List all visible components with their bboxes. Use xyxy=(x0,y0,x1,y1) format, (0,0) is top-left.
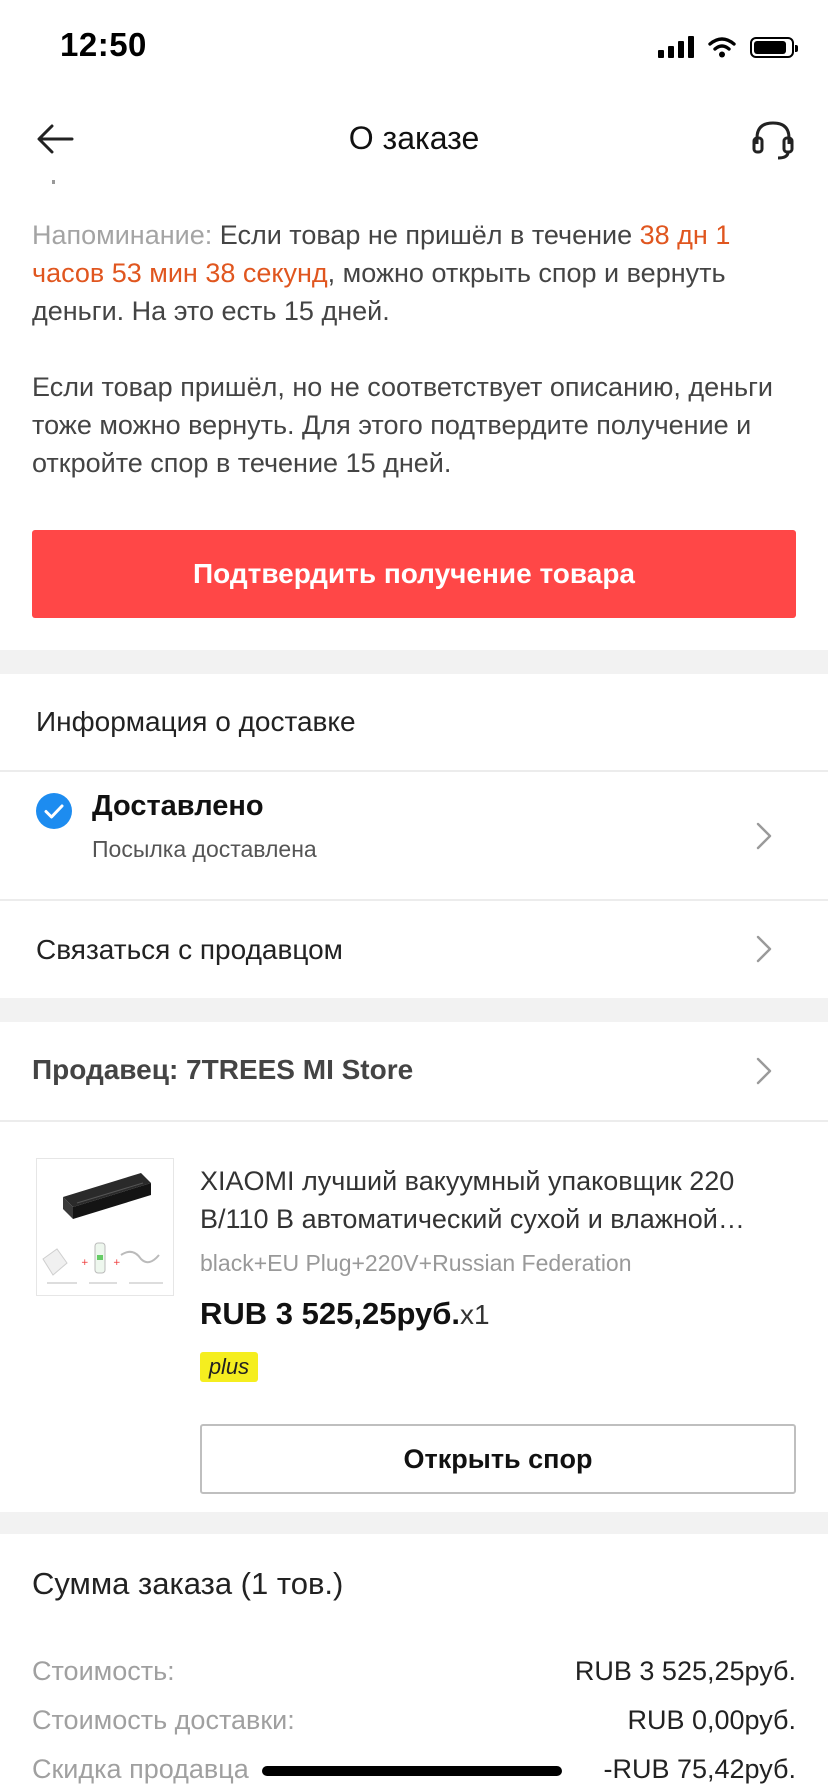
open-dispute-button[interactable]: Открыть спор xyxy=(200,1424,796,1494)
chevron-right-icon xyxy=(756,1057,772,1085)
home-indicator[interactable] xyxy=(262,1766,562,1776)
seller-name: Продавец: 7TREES MI Store xyxy=(32,1054,414,1085)
wifi-icon xyxy=(708,37,736,58)
contact-seller-label: Связаться с продавцом xyxy=(36,934,343,965)
product-title-line-2: В/110 В автоматический сухой и влажной… xyxy=(200,1204,745,1234)
check-circle-icon xyxy=(36,793,72,829)
product-price-line: RUB 3 525,25руб.x1 xyxy=(200,1296,490,1332)
cellular-signal-icon xyxy=(658,36,694,58)
battery-icon xyxy=(750,36,798,58)
reminder-text: Напоминание: Если товар не пришёл в тече… xyxy=(32,216,802,482)
product-quantity: x1 xyxy=(459,1299,490,1330)
summary-value: RUB 0,00руб. xyxy=(627,1705,796,1735)
summary-value: -RUB 75,42руб. xyxy=(603,1754,796,1784)
chevron-right-icon xyxy=(756,822,772,850)
product-title-line-1: XIAOMI лучший вакуумный упаковщик 220 xyxy=(200,1166,735,1196)
confirm-receipt-button[interactable]: Подтвердить получение товара xyxy=(32,530,796,618)
delivery-section-title: Информация о доставке xyxy=(36,706,356,737)
product-variant: black+EU Plug+220V+Russian Federation xyxy=(200,1250,632,1276)
status-bar: 12:50 xyxy=(0,0,828,96)
scroll-fragment xyxy=(52,180,55,184)
summary-label: Стоимость доставки: xyxy=(32,1705,295,1735)
summary-label: Скидка продавца xyxy=(32,1754,249,1784)
product-title[interactable]: XIAOMI лучший вакуумный упаковщик 220 В/… xyxy=(200,1162,800,1238)
reminder-text-before: Если товар не пришёл в течение xyxy=(219,220,640,250)
divider xyxy=(0,1120,828,1122)
svg-text:+: + xyxy=(113,1258,121,1268)
reminder-paragraph: Напоминание: Если товар не пришёл в тече… xyxy=(32,216,802,330)
headset-icon[interactable] xyxy=(748,114,798,164)
divider xyxy=(0,770,828,772)
nav-bar: О заказе xyxy=(0,96,828,184)
status-time: 12:50 xyxy=(60,26,147,63)
product-image[interactable]: + + xyxy=(36,1158,174,1296)
product-price: RUB 3 525,25руб. xyxy=(200,1296,460,1331)
section-gap xyxy=(0,650,828,674)
section-gap xyxy=(0,998,828,1022)
reminder-paragraph-2: Если товар пришёл, но не соответствует о… xyxy=(32,372,773,478)
section-gap xyxy=(0,1512,828,1534)
delivery-status-sub: Посылка доставлена xyxy=(92,836,317,862)
summary-label: Стоимость: xyxy=(32,1656,175,1686)
svg-text:+: + xyxy=(81,1258,89,1268)
summary-value: RUB 3 525,25руб. xyxy=(574,1656,796,1686)
reminder-label: Напоминание: xyxy=(32,220,220,250)
status-icons xyxy=(658,36,798,58)
plus-badge: plus xyxy=(200,1352,258,1382)
order-summary-title: Сумма заказа (1 тов.) xyxy=(32,1566,344,1601)
delivery-status: Доставлено xyxy=(92,790,264,822)
page-title: О заказе xyxy=(348,120,480,156)
chevron-right-icon xyxy=(756,935,772,963)
